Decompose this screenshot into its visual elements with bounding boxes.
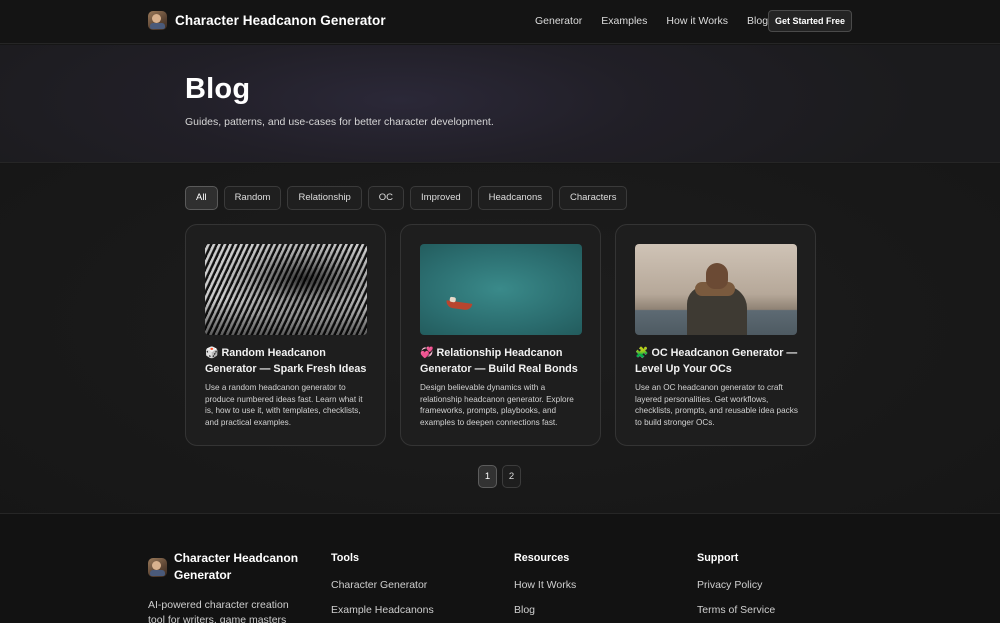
brand-logo-icon bbox=[148, 11, 167, 30]
filter-relationship[interactable]: Relationship bbox=[287, 186, 362, 210]
page-button-1[interactable]: 1 bbox=[478, 465, 497, 488]
page-subtitle: Guides, patterns, and use-cases for bett… bbox=[185, 116, 494, 128]
footer-logo-icon bbox=[148, 558, 167, 577]
brand-name: Character Headcanon Generator bbox=[175, 13, 386, 28]
post-thumbnail-boat bbox=[420, 244, 582, 335]
post-description: Use an OC headcanon generator to craft l… bbox=[635, 383, 798, 427]
footer-heading-support: Support bbox=[697, 552, 739, 564]
post-title[interactable]: 🎲 Random Headcanon Generator — Spark Fre… bbox=[205, 345, 375, 377]
post-thumbnail-architecture bbox=[205, 244, 367, 335]
footer-column-resources: Resources How It Works Blog bbox=[514, 552, 576, 623]
site-footer: Character Headcanon Generator AI-powered… bbox=[0, 513, 1000, 623]
nav-link-examples[interactable]: Examples bbox=[601, 15, 647, 27]
nav-link-blog[interactable]: Blog bbox=[747, 15, 768, 27]
filter-oc[interactable]: OC bbox=[367, 186, 405, 210]
top-navigation-bar: Character Headcanon Generator Generator … bbox=[0, 0, 1000, 44]
footer-column-support: Support Privacy Policy Terms of Service bbox=[697, 552, 775, 623]
filter-all[interactable]: All bbox=[185, 186, 218, 210]
boat-shape bbox=[445, 300, 473, 311]
post-title[interactable]: 🧩 OC Headcanon Generator — Level Up Your… bbox=[635, 345, 805, 377]
footer-link-terms-of-service[interactable]: Terms of Service bbox=[697, 604, 775, 616]
footer-link-privacy-policy[interactable]: Privacy Policy bbox=[697, 579, 775, 591]
footer-brand-name: Character Headcanon Generator bbox=[174, 551, 299, 582]
filter-headcanons[interactable]: Headcanons bbox=[477, 186, 553, 210]
nav-link-how-it-works[interactable]: How it Works bbox=[666, 15, 728, 27]
post-title[interactable]: 💞 Relationship Headcanon Generator — Bui… bbox=[420, 345, 590, 377]
post-card[interactable]: 🎲 Random Headcanon Generator — Spark Fre… bbox=[185, 224, 386, 446]
blog-hero: Blog Guides, patterns, and use-cases for… bbox=[0, 45, 1000, 163]
pagination: 1 2 bbox=[478, 465, 521, 488]
filter-characters[interactable]: Characters bbox=[559, 186, 628, 210]
get-started-button[interactable]: Get Started Free bbox=[768, 10, 852, 32]
footer-column-tools: Tools Character Generator Example Headca… bbox=[331, 552, 434, 623]
page-button-2[interactable]: 2 bbox=[502, 465, 521, 488]
filter-improved[interactable]: Improved bbox=[410, 186, 472, 210]
footer-link-character-generator[interactable]: Character Generator bbox=[331, 579, 434, 591]
person-head-shape bbox=[706, 263, 728, 289]
footer-heading-resources: Resources bbox=[514, 552, 570, 564]
post-card[interactable]: 🧩 OC Headcanon Generator — Level Up Your… bbox=[615, 224, 816, 446]
footer-link-blog[interactable]: Blog bbox=[514, 604, 576, 616]
post-description: Use a random headcanon generator to prod… bbox=[205, 383, 363, 427]
footer-heading-tools: Tools bbox=[331, 552, 359, 564]
blog-main: All Random Relationship OC Improved Head… bbox=[0, 164, 1000, 513]
main-nav: Generator Examples How it Works Blog bbox=[535, 15, 787, 27]
post-thumbnail-person bbox=[635, 244, 797, 335]
footer-link-how-it-works[interactable]: How It Works bbox=[514, 579, 576, 591]
footer-brand[interactable]: Character Headcanon Generator bbox=[148, 550, 314, 583]
brand-link[interactable]: Character Headcanon Generator bbox=[148, 11, 386, 30]
post-card[interactable]: 💞 Relationship Headcanon Generator — Bui… bbox=[400, 224, 601, 446]
nav-link-generator[interactable]: Generator bbox=[535, 15, 582, 27]
footer-tagline: AI-powered character creation tool for w… bbox=[148, 599, 289, 623]
filter-random[interactable]: Random bbox=[223, 186, 282, 210]
post-grid: 🎲 Random Headcanon Generator — Spark Fre… bbox=[185, 224, 816, 446]
page-title: Blog bbox=[185, 73, 251, 105]
category-filters: All Random Relationship OC Improved Head… bbox=[185, 186, 628, 210]
footer-link-example-headcanons[interactable]: Example Headcanons bbox=[331, 604, 434, 616]
post-description: Design believable dynamics with a relati… bbox=[420, 383, 574, 427]
